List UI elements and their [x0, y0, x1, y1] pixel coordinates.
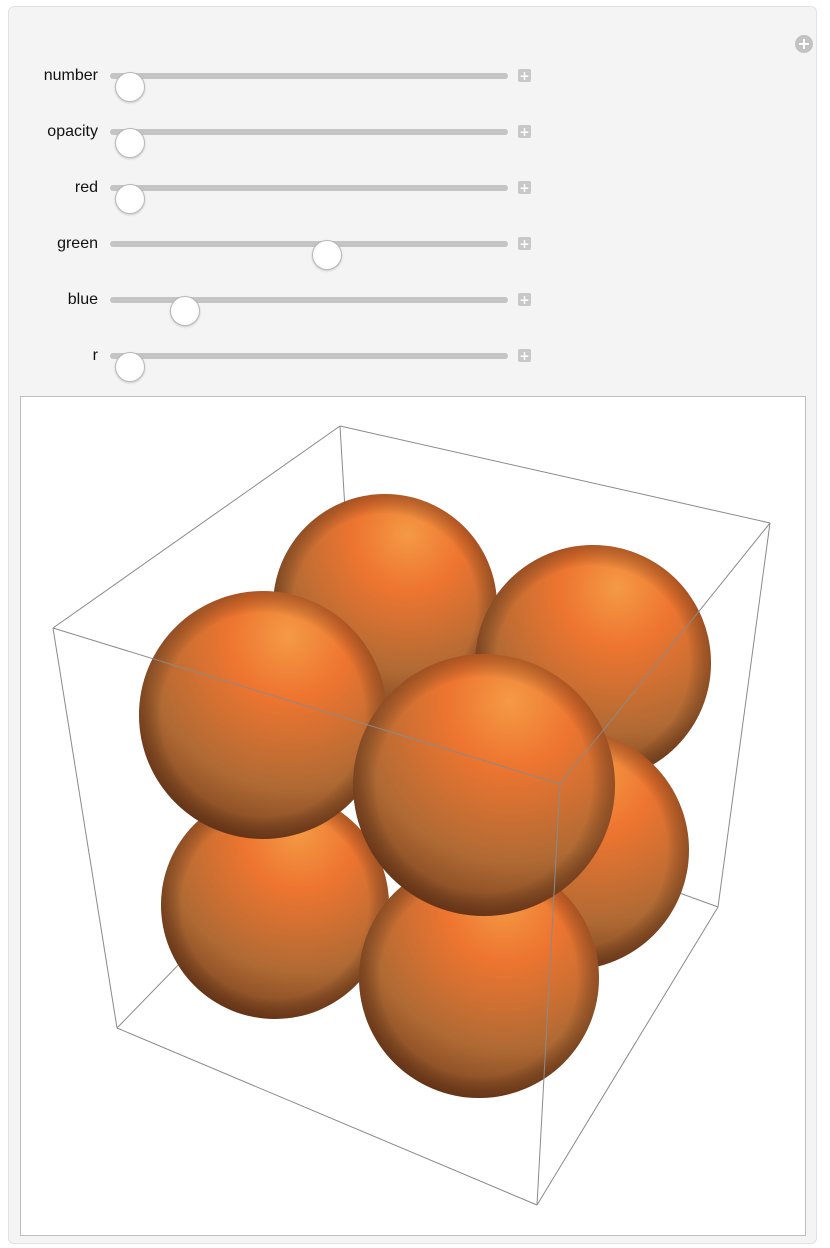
- box-edge-right-vertical: [717, 522, 771, 908]
- slider-track-opacity[interactable]: [110, 128, 508, 158]
- slider-label-r: r: [92, 347, 98, 364]
- slider-label-blue: blue: [67, 291, 98, 308]
- slider-expand-plus-icon[interactable]: +: [518, 181, 531, 194]
- sphere-rim-shade: [139, 591, 387, 839]
- slider-thumb-r[interactable]: [115, 352, 145, 382]
- slider-thumb-red[interactable]: [115, 184, 145, 214]
- slider-row-red: red +: [0, 173, 600, 214]
- slider-expand-plus-icon[interactable]: +: [518, 69, 531, 82]
- slider-row-green: green +: [0, 229, 600, 270]
- slider-track-green[interactable]: [110, 240, 508, 270]
- plot-frame[interactable]: [20, 396, 806, 1236]
- slider-label-green: green: [57, 235, 98, 252]
- slider-track-r[interactable]: [110, 352, 508, 382]
- slider-track-blue[interactable]: [110, 296, 508, 326]
- slider-row-opacity: opacity +: [0, 117, 600, 158]
- slider-expand-plus-icon[interactable]: +: [518, 293, 531, 306]
- sphere-packing-scene[interactable]: [21, 397, 805, 1235]
- slider-expand-plus-icon[interactable]: +: [518, 349, 531, 362]
- options-plus-icon[interactable]: +: [795, 35, 813, 53]
- slider-expand-plus-icon[interactable]: +: [518, 125, 531, 138]
- slider-thumb-green[interactable]: [311, 240, 342, 270]
- slider-track-number[interactable]: [110, 72, 508, 102]
- slider-thumb-opacity[interactable]: [115, 128, 145, 158]
- slider-label-opacity: opacity: [47, 123, 98, 140]
- box-edge-left-vertical: [52, 627, 118, 1029]
- slider-label-red: red: [74, 179, 98, 196]
- slider-row-r: r +: [0, 341, 600, 382]
- spheres: [139, 494, 711, 1098]
- slider-thumb-number[interactable]: [115, 72, 145, 102]
- slider-track-red[interactable]: [110, 184, 508, 214]
- slider-expand-plus-icon[interactable]: +: [518, 237, 531, 250]
- slider-row-blue: blue +: [0, 285, 600, 326]
- slider-label-number: number: [43, 67, 98, 84]
- sphere-rim-shade: [353, 654, 615, 916]
- slider-row-number: number +: [0, 61, 600, 102]
